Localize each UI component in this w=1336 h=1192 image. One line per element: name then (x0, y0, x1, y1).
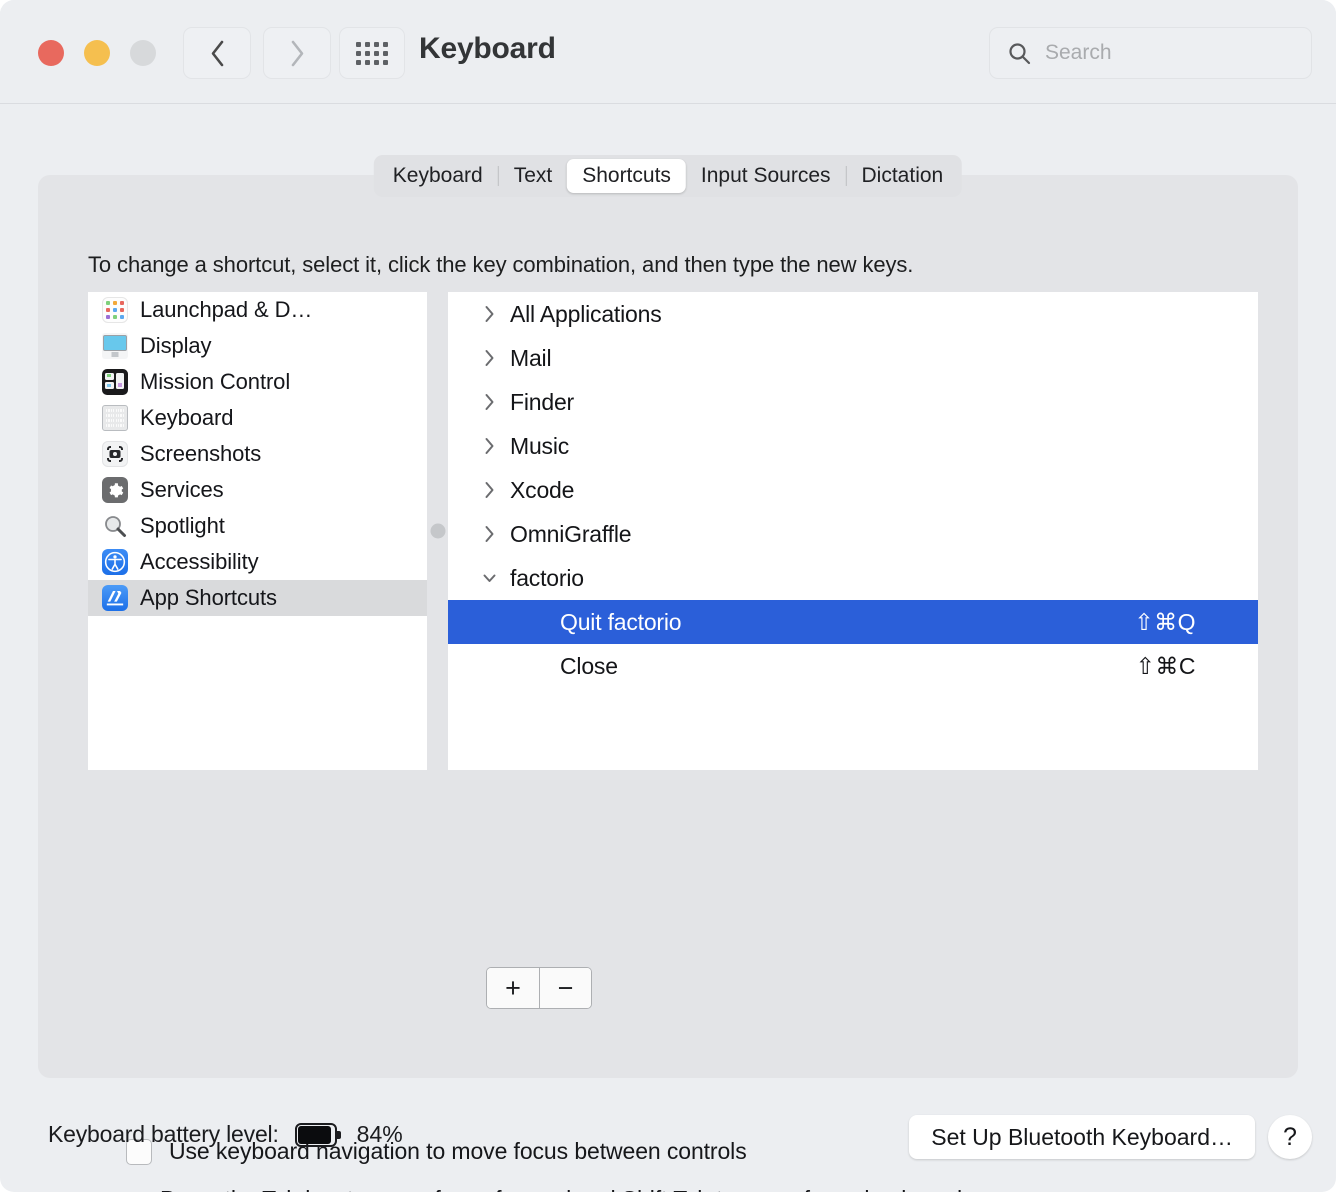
sidebar-item-label: Accessibility (140, 549, 259, 574)
search-field[interactable]: Search (989, 27, 1312, 79)
battery-icon (294, 1122, 341, 1147)
back-button[interactable] (183, 27, 251, 79)
shortcut-group-label: Xcode (510, 476, 575, 503)
shortcut-items-list[interactable]: All Applications Mail Finder Music Xcode… (448, 292, 1258, 770)
tab-input-sources[interactable]: Input Sources (686, 159, 846, 193)
traffic-lights (38, 40, 156, 66)
shortcut-group-omnigraffle[interactable]: OmniGraffle (448, 512, 1258, 556)
services-gear-icon (102, 477, 128, 503)
shortcut-keys[interactable]: ⇧⌘C (1136, 653, 1196, 680)
sidebar-item-label: Screenshots (140, 441, 262, 466)
remove-shortcut-button[interactable]: − (539, 968, 591, 1008)
keyboard-icon (102, 405, 128, 431)
sidebar-item-label: Keyboard (140, 405, 234, 430)
display-icon (102, 333, 128, 359)
splitter-handle[interactable] (430, 523, 445, 539)
sidebar-item-label: Spotlight (140, 513, 225, 538)
sidebar-item-display[interactable]: Display (88, 328, 427, 364)
tab-keyboard[interactable]: Keyboard (378, 159, 498, 193)
search-icon (1009, 42, 1031, 64)
grid-icon (356, 41, 388, 65)
shortcut-group-all-applications[interactable]: All Applications (448, 292, 1258, 336)
chevron-right-icon[interactable] (478, 348, 500, 368)
list-splitter[interactable] (427, 292, 448, 770)
sidebar-item-keyboard[interactable]: Keyboard (88, 400, 427, 436)
chevron-down-icon[interactable] (478, 568, 500, 588)
chevron-right-icon[interactable] (478, 480, 500, 500)
shortcut-group-label: Mail (510, 344, 552, 371)
category-list[interactable]: Launchpad & D… Display Mission Control K… (88, 292, 427, 770)
chevron-right-icon[interactable] (478, 392, 500, 412)
accessibility-icon (102, 549, 128, 575)
search-placeholder: Search (1045, 41, 1112, 64)
sidebar-item-accessibility[interactable]: Accessibility (88, 544, 427, 580)
tab-dictation[interactable]: Dictation (847, 159, 959, 193)
shortcut-group-finder[interactable]: Finder (448, 380, 1258, 424)
screenshots-icon (102, 441, 128, 467)
shortcut-group-label: OmniGraffle (510, 520, 632, 547)
shortcut-group-mail[interactable]: Mail (448, 336, 1258, 380)
chevron-right-icon[interactable] (478, 436, 500, 456)
close-window-button[interactable] (38, 40, 64, 66)
help-button[interactable]: ? (1268, 1115, 1312, 1159)
app-store-icon (102, 585, 128, 611)
keyboard-battery-status: Keyboard battery level: 84% (48, 1121, 403, 1148)
shortcut-group-label: Finder (510, 388, 574, 415)
instructions-text: To change a shortcut, select it, click t… (88, 252, 914, 277)
battery-label: Keyboard battery level: (48, 1121, 279, 1147)
shortcut-name: Quit factorio (560, 608, 682, 635)
chevron-right-icon[interactable] (478, 304, 500, 324)
sidebar-item-services[interactable]: Services (88, 472, 427, 508)
shortcut-name: Close (560, 652, 618, 679)
tab-shortcuts[interactable]: Shortcuts (567, 159, 686, 193)
preference-tabs: Keyboard Text Shortcuts Input Sources Di… (373, 155, 963, 197)
sidebar-item-label: Display (140, 333, 212, 358)
shortcut-row-quit-factorio[interactable]: Quit factorio ⇧⌘Q (448, 600, 1258, 644)
sidebar-item-screenshots[interactable]: Screenshots (88, 436, 427, 472)
list-add-remove-buttons: + − (486, 967, 592, 1009)
spotlight-magnifier-icon (102, 513, 128, 539)
launchpad-icon (102, 297, 128, 323)
shortcut-keys[interactable]: ⇧⌘Q (1134, 609, 1196, 636)
add-shortcut-button[interactable]: + (487, 968, 539, 1008)
forward-button[interactable] (263, 27, 331, 79)
window-title: Keyboard (419, 32, 556, 65)
sidebar-item-spotlight[interactable]: Spotlight (88, 508, 427, 544)
sidebar-item-label: Mission Control (140, 369, 291, 394)
sidebar-item-launchpad-dock[interactable]: Launchpad & D… (88, 292, 427, 328)
keyboard-preferences-window: Keyboard Search Keyboard Text Shortcuts … (0, 0, 1336, 1192)
forward-chevron-icon (291, 40, 303, 66)
zoom-window-button[interactable] (130, 40, 156, 66)
minimize-window-button[interactable] (84, 40, 110, 66)
sidebar-item-label: Services (140, 477, 224, 502)
window-toolbar: Keyboard Search (0, 0, 1336, 104)
sidebar-item-app-shortcuts[interactable]: App Shortcuts (88, 580, 427, 616)
battery-percent: 84% (356, 1121, 403, 1147)
tab-text[interactable]: Text (499, 159, 568, 193)
keyboard-navigation-hint: Press the Tab key to move focus forward … (160, 1186, 968, 1192)
set-up-bluetooth-keyboard-button[interactable]: Set Up Bluetooth Keyboard… (909, 1115, 1255, 1159)
shortcut-group-label: factorio (510, 564, 584, 591)
chevron-right-icon[interactable] (478, 524, 500, 544)
mission-control-icon (102, 369, 128, 395)
navigation-buttons (183, 27, 331, 79)
shortcut-group-music[interactable]: Music (448, 424, 1258, 468)
sidebar-item-mission-control[interactable]: Mission Control (88, 364, 427, 400)
shortcut-group-label: Music (510, 432, 570, 459)
shortcut-group-xcode[interactable]: Xcode (448, 468, 1258, 512)
shortcut-row-close[interactable]: Close ⇧⌘C (448, 644, 1258, 688)
shortcut-group-factorio[interactable]: factorio (448, 556, 1258, 600)
show-all-button[interactable] (339, 27, 405, 79)
sidebar-item-label: Launchpad & D… (140, 297, 313, 322)
sidebar-item-label: App Shortcuts (140, 585, 277, 610)
shortcut-group-label: All Applications (510, 300, 662, 327)
back-chevron-icon (211, 40, 223, 66)
shortcuts-panel: To change a shortcut, select it, click t… (38, 175, 1298, 1192)
